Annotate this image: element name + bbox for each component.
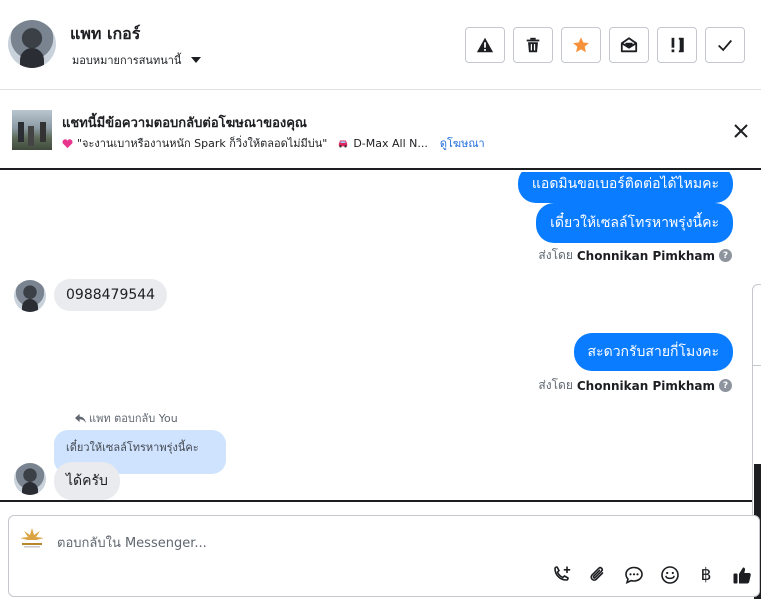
assign-dropdown[interactable]: มอบหมายการสนทนานี้ [72, 51, 202, 69]
ad-banner-title: แชทนี้มีข้อความตอบกลับต่อโฆษณาของคุณ [62, 116, 307, 131]
sent-by-prefix: ส่งโดย [538, 378, 573, 392]
view-ad-link[interactable]: ดูโฆษณา [440, 134, 485, 152]
saved-replies-button[interactable] [623, 564, 645, 586]
help-icon[interactable]: ? [719, 379, 732, 392]
close-icon[interactable] [732, 122, 750, 140]
outgoing-message[interactable]: สะดวกรับสายกี่โมงคะ [573, 333, 733, 371]
assign-label: มอบหมายการสนทนานี้ [72, 54, 182, 67]
mark-unread-button[interactable] [609, 27, 649, 63]
sent-by-label: ส่งโดย Chonnikan Pimkham ? [538, 246, 732, 265]
warning-icon [476, 37, 494, 53]
envelope-open-icon [620, 37, 638, 53]
follow-up-button[interactable] [657, 27, 697, 63]
trash-icon [526, 37, 540, 53]
reply-input[interactable]: ตอบกลับใน Messenger... [57, 532, 207, 553]
ad-thumbnail[interactable] [12, 110, 52, 150]
sent-by-label: ส่งโดย Chonnikan Pimkham ? [538, 376, 732, 395]
mark-done-button[interactable] [705, 27, 745, 63]
sent-by-prefix: ส่งโดย [538, 248, 573, 262]
avatar[interactable] [14, 463, 46, 495]
payment-button[interactable]: ฿ [695, 564, 717, 586]
avatar[interactable] [8, 20, 56, 68]
ad-product: D-Max All N... [353, 136, 428, 150]
exclamation-icon [671, 37, 684, 53]
call-plus-icon [554, 566, 571, 581]
message-thread[interactable]: แอดมินขอเบอร์ติดต่อได้ไหมคะ เดี๋ยวให้เซล… [0, 172, 761, 502]
reply-arrow-icon [75, 413, 86, 423]
attachment-icon [590, 566, 604, 581]
star-icon [573, 37, 589, 53]
attach-button[interactable] [587, 564, 609, 586]
incoming-message[interactable]: 0988479544 [54, 279, 168, 311]
reply-composer[interactable]: ตอบกลับใน Messenger... ฿ [8, 515, 760, 597]
comment-icon [625, 566, 643, 584]
call-plus-button[interactable] [551, 564, 573, 586]
emoji-icon [661, 566, 679, 584]
sender-name: Chonnikan Pimkham [576, 248, 715, 263]
thumbs-up-icon [733, 567, 751, 584]
chevron-down-icon [191, 57, 202, 63]
page-logo-icon [20, 528, 44, 548]
emoji-button[interactable] [659, 564, 681, 586]
checkmark-icon [718, 39, 732, 52]
incoming-message[interactable]: ได้ครับ [54, 462, 120, 500]
reply-note-text: แพท ตอบกลับ You [89, 412, 178, 425]
baht-icon: ฿ [700, 565, 712, 585]
ad-text: "จะงานเบาหรืองานหนัก Spark ก็วิ่งให้ตลอด… [77, 137, 328, 150]
outgoing-message[interactable]: แอดมินขอเบอร์ติดต่อได้ไหมคะ [517, 172, 733, 203]
outgoing-message[interactable]: เดี๋ยวให้เซลล์โทรหาพรุ่งนี้คะ [536, 203, 733, 243]
sender-name: Chonnikan Pimkham [576, 378, 715, 393]
avatar[interactable] [14, 280, 46, 312]
reply-indicator: แพท ตอบกลับ You [74, 409, 178, 427]
conversation-header: แพท เกอร์ มอบหมายการสนทนานี้ [0, 0, 761, 90]
heart-icon [62, 138, 73, 148]
car-icon [339, 140, 348, 148]
star-button[interactable] [561, 27, 601, 63]
like-button[interactable] [731, 564, 753, 586]
ad-reply-banner: แชทนี้มีข้อความตอบกลับต่อโฆษณาของคุณ "จะ… [0, 90, 761, 170]
contact-name[interactable]: แพท เกอร์ [70, 22, 140, 47]
help-icon[interactable]: ? [719, 249, 732, 262]
ad-banner-details: "จะงานเบาหรืองานหนัก Spark ก็วิ่งให้ตลอด… [62, 134, 485, 152]
spam-button[interactable] [465, 27, 505, 63]
delete-button[interactable] [513, 27, 553, 63]
